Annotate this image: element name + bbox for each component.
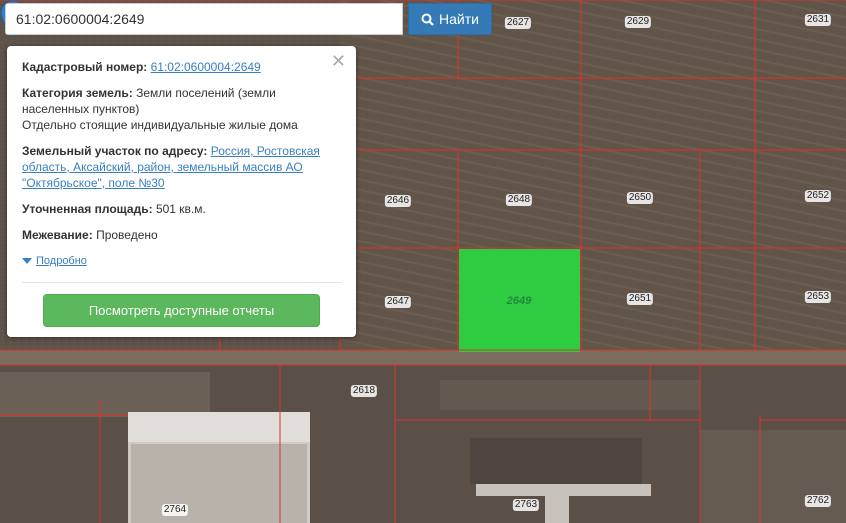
search-input[interactable] [5,3,403,35]
category-label: Категория земель: [22,86,133,100]
parcel-label-2646[interactable]: 2646 [384,195,412,207]
parcel-label-2762[interactable]: 2762 [804,495,832,507]
details-link[interactable]: Подробно [36,253,87,269]
parcel-label-2629[interactable]: 2629 [624,16,652,28]
parcel-label-2648[interactable]: 2648 [505,194,533,206]
parcel-info-popup: ✕ Кадастровый номер: 61:02:0600004:2649 … [7,46,356,337]
land-use-value: Отдельно стоящие индивидуальные жилые до… [22,118,298,132]
survey-value: Проведено [96,228,158,242]
address-label: Земельный участок по адресу: [22,144,208,158]
parcel-label-2647[interactable]: 2647 [384,296,412,308]
cadastral-row: Кадастровый номер: 61:02:0600004:2649 [22,59,342,75]
parcel-label-2653[interactable]: 2653 [804,291,832,303]
parcel-label-2649[interactable]: 2649 [505,295,533,307]
parcel-label-2618[interactable]: 2618 [350,385,378,397]
parcel-label-2652[interactable]: 2652 [804,190,832,202]
parcel-label-2650[interactable]: 2650 [626,192,654,204]
view-reports-button[interactable]: Посмотреть доступные отчеты [43,294,320,327]
caret-down-icon [22,258,32,264]
parcel-label-2631[interactable]: 2631 [804,14,832,26]
divider [22,282,342,283]
address-row: Земельный участок по адресу: Россия, Рос… [22,143,342,191]
survey-label: Межевание: [22,228,93,242]
close-icon[interactable]: ✕ [331,52,346,70]
area-row: Уточненная площадь: 501 кв.м. [22,201,342,217]
survey-row: Межевание: Проведено [22,227,342,243]
area-label: Уточненная площадь: [22,202,153,216]
search-bar: Найти [5,3,492,35]
search-button[interactable]: Найти [408,3,492,35]
parcel-label-2764[interactable]: 2764 [161,504,189,516]
parcel-label-2763[interactable]: 2763 [512,499,540,511]
details-toggle[interactable]: Подробно [22,253,342,269]
parcel-label-2627[interactable]: 2627 [504,17,532,29]
area-value: 501 кв.м. [155,202,206,216]
category-row: Категория земель: Земли поселений (земли… [22,85,342,133]
search-button-label: Найти [439,11,479,27]
cadastral-label: Кадастровый номер: [22,60,148,74]
parcel-label-2651[interactable]: 2651 [626,293,654,305]
cadastral-link[interactable]: 61:02:0600004:2649 [151,60,261,74]
search-icon [421,13,434,26]
